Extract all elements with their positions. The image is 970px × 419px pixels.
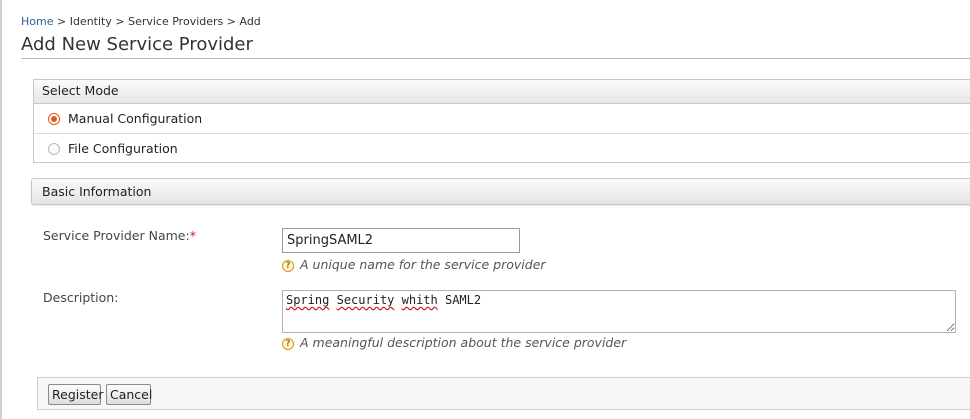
description-word: whith: [401, 293, 438, 307]
description-hint-text: A meaningful description about the servi…: [300, 335, 627, 350]
breadcrumb-service-providers: Service Providers: [128, 15, 224, 28]
description-word: Spring: [286, 293, 330, 307]
select-mode-panel: Select Mode Manual Configuration File Co…: [33, 79, 970, 163]
description-textarea[interactable]: Spring Security whith SAML2: [282, 290, 956, 333]
breadcrumb-separator: >: [226, 15, 236, 28]
name-hint-text: A unique name for the service provider: [300, 257, 546, 272]
breadcrumb-home-link[interactable]: Home: [21, 15, 53, 28]
breadcrumb-separator: >: [115, 15, 125, 28]
breadcrumb-separator: >: [56, 15, 67, 28]
radio-icon-file[interactable]: [48, 143, 60, 155]
title-divider: [21, 58, 970, 59]
breadcrumb-current: Add: [239, 15, 261, 28]
description-text: Spring Security whith SAML2: [286, 293, 481, 307]
radio-icon-manual-selected[interactable]: [48, 113, 60, 125]
help-icon: ?: [282, 260, 294, 272]
page-title: Add New Service Provider: [21, 34, 253, 55]
breadcrumb: Home > Identity > Service Providers > Ad…: [21, 15, 261, 28]
breadcrumb-identity: Identity: [69, 15, 112, 28]
required-marker: *: [189, 228, 196, 243]
form-button-bar: Register Cancel: [37, 377, 970, 410]
cancel-button[interactable]: Cancel: [106, 384, 152, 405]
description-word: SAML2: [444, 293, 482, 307]
description-word: Security: [336, 293, 395, 307]
register-button[interactable]: Register: [48, 384, 103, 405]
select-mode-heading: Select Mode: [34, 80, 970, 104]
mode-option-label: Manual Configuration: [68, 111, 203, 126]
mode-option-file[interactable]: File Configuration: [34, 133, 970, 162]
left-border: [0, 0, 2, 419]
service-provider-name-label: Service Provider Name:*: [43, 228, 196, 243]
help-icon: ?: [282, 338, 294, 350]
mode-option-label: File Configuration: [68, 141, 178, 156]
mode-option-manual[interactable]: Manual Configuration: [34, 104, 970, 133]
basic-information-heading[interactable]: Basic Information: [31, 178, 970, 205]
description-label: Description:: [43, 290, 119, 305]
name-label-text: Service Provider Name:: [43, 228, 190, 243]
description-hint: ? A meaningful description about the serv…: [282, 335, 626, 350]
service-provider-name-input[interactable]: [282, 228, 520, 253]
name-hint: ? A unique name for the service provider: [282, 257, 546, 272]
